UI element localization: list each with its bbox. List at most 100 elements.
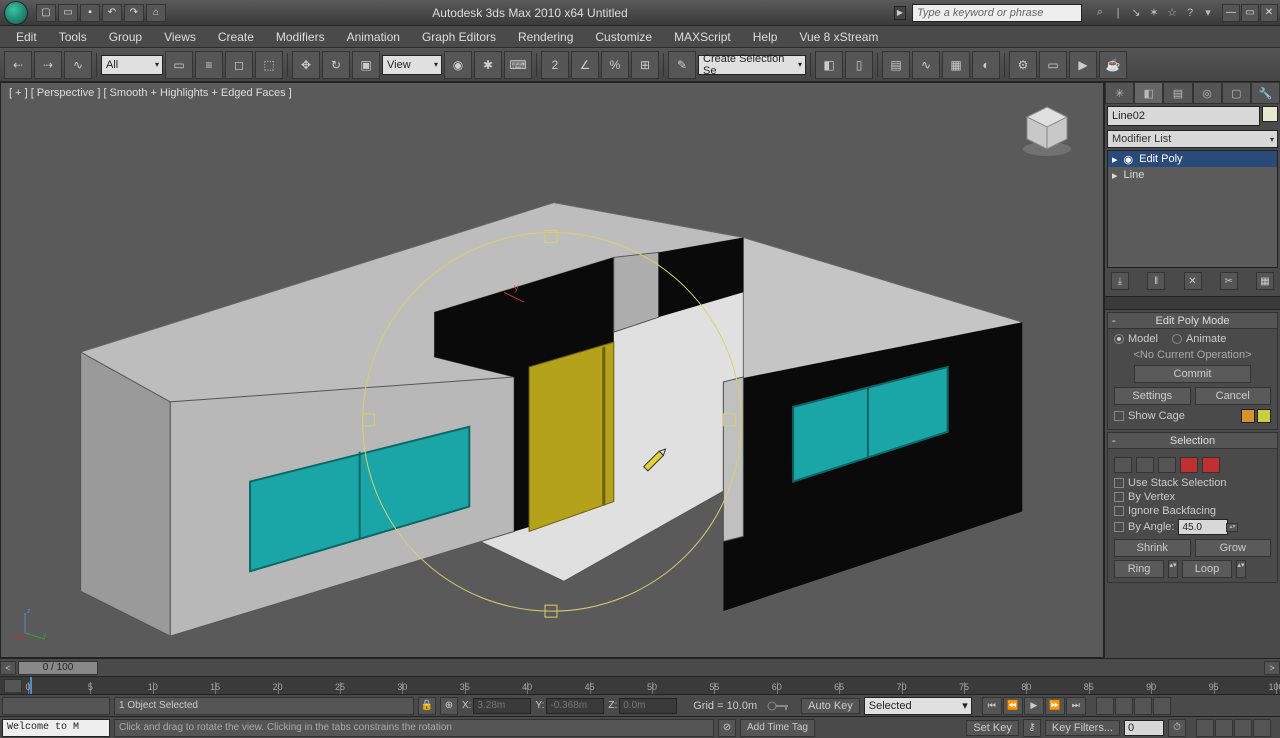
viewcube[interactable] — [1017, 101, 1077, 161]
new-icon[interactable]: ▢ — [36, 4, 56, 22]
radio-animate[interactable]: Animate — [1172, 333, 1226, 345]
make-unique-icon[interactable]: ✕ — [1184, 272, 1202, 290]
subobj-border-icon[interactable] — [1158, 457, 1176, 473]
manipulate-button[interactable]: ✱ — [474, 51, 502, 79]
menu-group[interactable]: Group — [99, 28, 152, 46]
favorites-icon[interactable]: ☆ — [1164, 5, 1180, 21]
window-crossing-button[interactable]: ⬚ — [255, 51, 283, 79]
restore-icon[interactable]: ▭ — [1241, 4, 1259, 22]
commit-button[interactable]: Commit — [1134, 365, 1251, 383]
time-slider[interactable]: < 0 / 100 > — [0, 658, 1280, 676]
goto-end-icon[interactable]: ⏭ — [1066, 697, 1086, 715]
stack-eye-icon[interactable]: ◉ — [1124, 153, 1134, 166]
by-angle-checkbox[interactable] — [1114, 522, 1124, 532]
infocenter-toggle-icon[interactable]: ▶ — [894, 6, 906, 20]
maxscript-mini-listener[interactable] — [2, 697, 110, 715]
key-mode-icon[interactable]: ⚷ — [1023, 719, 1041, 737]
menu-help[interactable]: Help — [743, 28, 788, 46]
tab-hierarchy-icon[interactable]: ▤ — [1163, 82, 1192, 104]
trackbar-toggle-icon[interactable] — [4, 679, 22, 693]
redo-icon[interactable]: ↷ — [124, 4, 144, 22]
menu-rendering[interactable]: Rendering — [508, 28, 583, 46]
ignore-backfacing-checkbox[interactable] — [1114, 506, 1124, 516]
time-slider-next[interactable]: > — [1264, 661, 1280, 675]
pin-stack-icon[interactable]: ⤓ — [1111, 272, 1129, 290]
menu-graph-editors[interactable]: Graph Editors — [412, 28, 506, 46]
menu-customize[interactable]: Customize — [585, 28, 662, 46]
nav-zoom-extents-icon[interactable] — [1134, 697, 1152, 715]
tab-modify-icon[interactable]: ◧ — [1134, 82, 1163, 104]
percent-snap-button[interactable]: % — [601, 51, 629, 79]
layers-button[interactable]: ▤ — [882, 51, 910, 79]
time-tag-icon[interactable]: ⊘ — [718, 719, 736, 737]
angle-snap-button[interactable]: ∠ — [571, 51, 599, 79]
viewport[interactable]: [ + ] [ Perspective ] [ Smooth + Highlig… — [0, 82, 1104, 658]
render-button[interactable]: ☕ — [1099, 51, 1127, 79]
render-setup-button[interactable]: ⚙ — [1009, 51, 1037, 79]
tab-utilities-icon[interactable]: 🔧 — [1251, 82, 1280, 104]
key-filters-button[interactable]: Key Filters... — [1045, 720, 1120, 736]
key-filter-combo[interactable]: Selected — [864, 697, 972, 715]
auto-key-button[interactable]: Auto Key — [801, 698, 860, 714]
object-color-swatch[interactable] — [1262, 106, 1278, 122]
redo-button[interactable]: ⇢ — [34, 51, 62, 79]
coord-display-icon[interactable]: ⊕ — [440, 697, 458, 715]
undo-button[interactable]: ⇠ — [4, 51, 32, 79]
current-frame-marker[interactable] — [30, 677, 32, 694]
menu-maxscript[interactable]: MAXScript — [664, 28, 741, 46]
minimize-icon[interactable]: — — [1222, 4, 1240, 22]
track-bar[interactable]: 0510152025303540455055606570758085909510… — [0, 676, 1280, 694]
modifier-stack[interactable]: ▸ ◉ Edit Poly ▸ Line — [1107, 150, 1278, 268]
cancel-button[interactable]: Cancel — [1195, 387, 1272, 405]
nav-orbit-icon[interactable] — [1234, 719, 1252, 737]
nav-zoom-all-icon[interactable] — [1115, 697, 1133, 715]
show-cage-checkbox[interactable] — [1114, 411, 1124, 421]
subs-icon[interactable]: ✶ — [1146, 5, 1162, 21]
material-editor-button[interactable]: ◐ — [972, 51, 1000, 79]
nav-fov-icon[interactable] — [1196, 719, 1214, 737]
coord-z-input[interactable]: 0.0m — [619, 698, 677, 714]
ref-coord-combo[interactable]: View — [382, 55, 442, 75]
spinner-snap-button[interactable]: ⊞ — [631, 51, 659, 79]
time-slider-prev[interactable]: < — [0, 661, 16, 675]
add-time-tag[interactable]: Add Time Tag — [740, 719, 815, 737]
show-end-result-icon[interactable]: ‖ — [1147, 272, 1165, 290]
snap-2d-button[interactable]: 2 — [541, 51, 569, 79]
next-frame-icon[interactable]: ⏩ — [1045, 697, 1065, 715]
nav-maximize-icon[interactable] — [1253, 719, 1271, 737]
settings-button[interactable]: Settings — [1114, 387, 1191, 405]
time-config-icon[interactable]: ⏱ — [1168, 719, 1186, 737]
align-button[interactable]: ▯ — [845, 51, 873, 79]
tab-display-icon[interactable]: ▢ — [1222, 82, 1251, 104]
play-icon[interactable]: ▶ — [1024, 697, 1044, 715]
select-object-button[interactable]: ▭ — [165, 51, 193, 79]
commcenter-icon[interactable]: ↘ — [1128, 5, 1144, 21]
rollout-header[interactable]: Selection — [1108, 433, 1277, 449]
subobj-element-icon[interactable] — [1202, 457, 1220, 473]
lock-selection-icon[interactable]: 🔒 — [418, 697, 436, 715]
schematic-view-button[interactable]: ▦ — [942, 51, 970, 79]
stack-expand-icon[interactable]: ▸ — [1112, 153, 1118, 166]
undo-icon[interactable]: ↶ — [102, 4, 122, 22]
keyboard-shortcut-button[interactable]: ⌨ — [504, 51, 532, 79]
ring-button[interactable]: Ring — [1114, 560, 1164, 578]
current-frame-input[interactable]: 0 — [1124, 720, 1164, 736]
by-vertex-checkbox[interactable] — [1114, 492, 1124, 502]
listener-output[interactable]: Welcome to M — [2, 719, 110, 737]
menu-create[interactable]: Create — [208, 28, 264, 46]
coord-y-input[interactable]: -0.368m — [546, 698, 604, 714]
rendered-frame-button[interactable]: ▭ — [1039, 51, 1067, 79]
object-name-input[interactable]: Line02 — [1107, 106, 1260, 126]
menu-animation[interactable]: Animation — [337, 28, 410, 46]
goto-start-icon[interactable]: ⏮ — [982, 697, 1002, 715]
nav-zoom-extents-all-icon[interactable] — [1153, 697, 1171, 715]
stack-expand-icon[interactable]: ▸ — [1112, 169, 1118, 182]
menu-vue[interactable]: Vue 8 xStream — [789, 28, 888, 46]
menu-views[interactable]: Views — [154, 28, 206, 46]
subobj-edge-icon[interactable] — [1136, 457, 1154, 473]
link-button[interactable]: ∿ — [64, 51, 92, 79]
save-icon[interactable]: ▪ — [80, 4, 100, 22]
use-stack-checkbox[interactable] — [1114, 478, 1124, 488]
set-key-button[interactable]: Set Key — [966, 720, 1019, 736]
loop-spinner-icon[interactable]: ▴▾ — [1236, 560, 1246, 578]
